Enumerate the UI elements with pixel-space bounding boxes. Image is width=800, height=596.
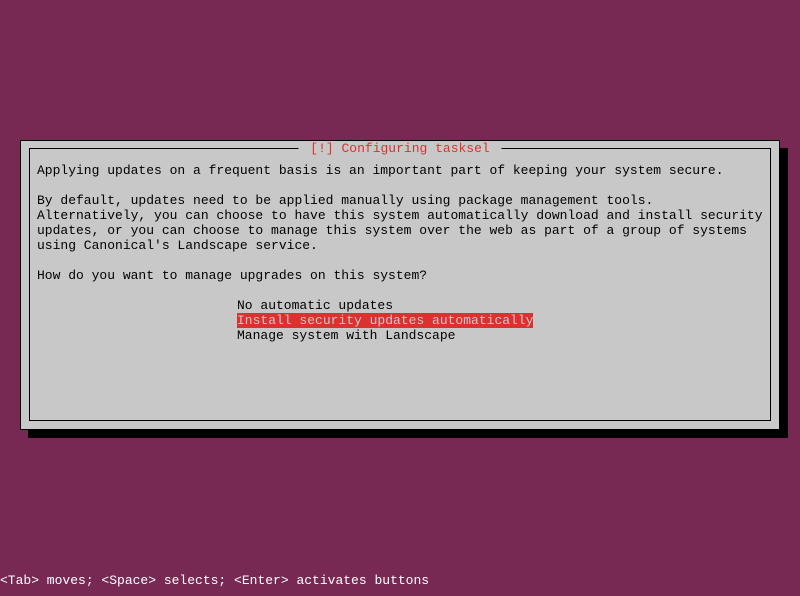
options-menu: No automatic updates Install security up… xyxy=(237,298,763,343)
dialog-question: How do you want to manage upgrades on th… xyxy=(37,268,763,283)
dialog-box: [!] Configuring tasksel Applying updates… xyxy=(20,140,780,430)
dialog-paragraph-1: Applying updates on a frequent basis is … xyxy=(37,163,763,178)
option-manage-landscape[interactable]: Manage system with Landscape xyxy=(237,328,455,343)
option-no-automatic-updates[interactable]: No automatic updates xyxy=(237,298,393,313)
status-bar: <Tab> moves; <Space> selects; <Enter> ac… xyxy=(0,573,429,588)
dialog-content: Applying updates on a frequent basis is … xyxy=(37,163,763,343)
option-install-security-updates[interactable]: Install security updates automatically xyxy=(237,313,533,328)
dialog-title: [!] Configuring tasksel xyxy=(298,141,501,156)
dialog-paragraph-2: By default, updates need to be applied m… xyxy=(37,193,763,253)
